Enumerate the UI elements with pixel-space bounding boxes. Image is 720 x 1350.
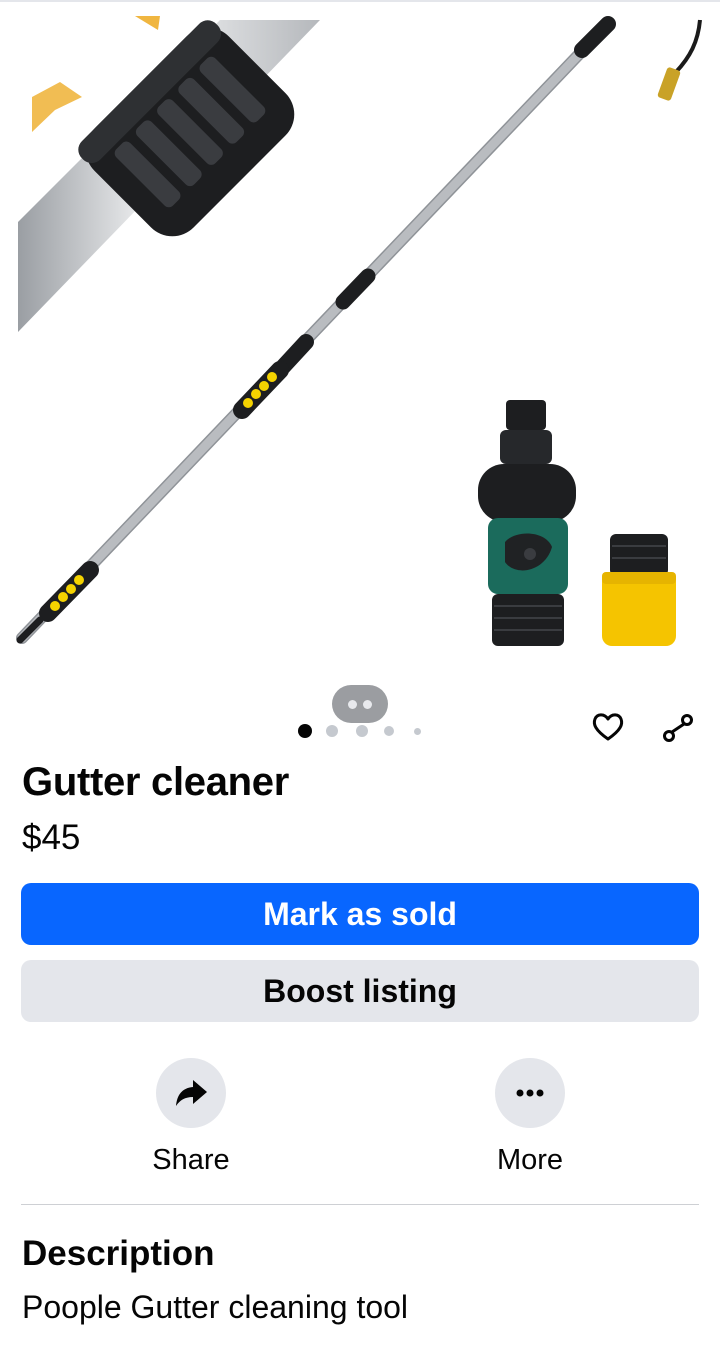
ellipsis-icon: [516, 1089, 544, 1097]
image-toggle-icon: [348, 700, 357, 709]
share-action[interactable]: Share: [111, 1058, 271, 1177]
more-button[interactable]: [495, 1058, 565, 1128]
mark-as-sold-button[interactable]: Mark as sold: [21, 883, 699, 945]
listing-title: Gutter cleaner: [22, 760, 290, 804]
pager-dot-active[interactable]: [298, 724, 312, 738]
heart-outline-icon: [592, 713, 624, 741]
description-text: Poople Gutter cleaning tool: [22, 1289, 409, 1325]
section-divider: [21, 1204, 699, 1205]
image-toggle-button[interactable]: [332, 685, 388, 723]
listing-price: $45: [22, 818, 81, 857]
share-label: Share: [152, 1144, 230, 1176]
share-nodes-icon: [663, 714, 693, 742]
save-button[interactable]: [590, 712, 626, 742]
more-action[interactable]: More: [450, 1058, 610, 1177]
share-link-button[interactable]: [660, 712, 696, 742]
description-heading: Description: [22, 1234, 215, 1273]
share-arrow-icon: [176, 1080, 207, 1106]
boost-listing-button[interactable]: Boost listing: [21, 960, 699, 1022]
more-label: More: [496, 1144, 564, 1176]
pager-dot[interactable]: [414, 728, 421, 735]
product-image: [16, 16, 702, 646]
image-toggle-icon-dot: [363, 700, 372, 709]
share-button[interactable]: [156, 1058, 226, 1128]
pager-dot[interactable]: [384, 726, 394, 736]
pager-dot[interactable]: [356, 725, 368, 737]
pager-dot[interactable]: [326, 725, 338, 737]
listing-photo[interactable]: [0, 2, 720, 740]
